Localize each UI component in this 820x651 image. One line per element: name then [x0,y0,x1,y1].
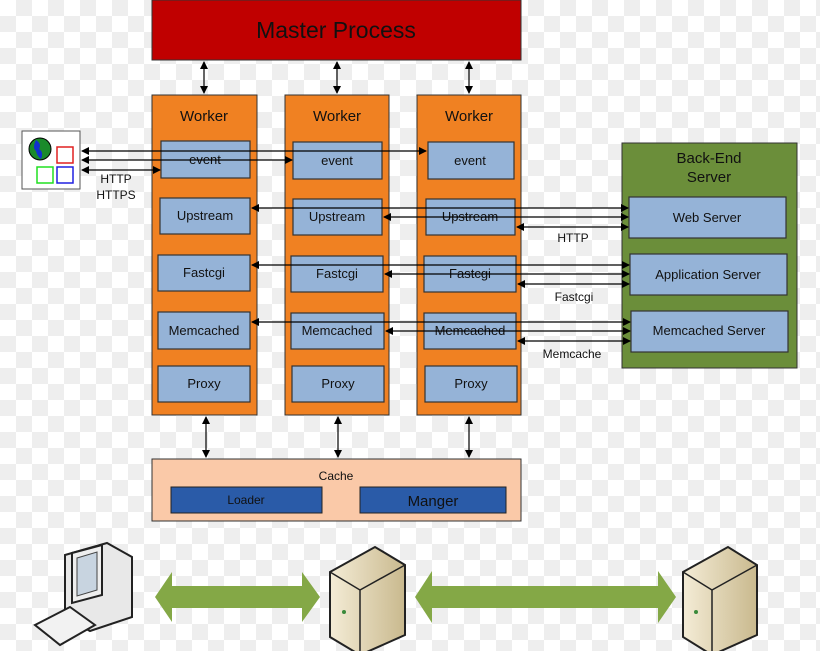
cache-manager: Manger [408,493,459,510]
master-process: Master Process [151,0,522,61]
client-protocol-http: HTTP [100,172,131,186]
module-event: event [454,153,486,168]
worker-3: Worker event Upstream Fastcgi Memcached … [416,94,522,416]
module-proxy: Proxy [187,376,221,391]
protocol-fastcgi-label: Fastcgi [555,290,594,304]
cache: Cache Loader Manger [151,458,522,522]
module-upstream: Upstream [177,208,233,223]
application-server: Application Server [655,267,761,282]
worker-title: Worker [180,108,228,125]
worker-title: Worker [445,108,493,125]
client-proxy-arrow [155,571,676,623]
backend-title: Back-End [676,150,741,167]
memcached-server: Memcached Server [653,323,766,338]
server-tower-icon [329,545,406,651]
worker-1: Worker event Upstream Fastcgi Memcached … [151,94,258,416]
module-event: event [321,153,353,168]
worker-title: Worker [313,108,361,125]
module-upstream: Upstream [309,209,365,224]
master-process-label: Master Process [256,17,416,43]
module-memcached: Memcached [302,323,373,338]
cache-loader: Loader [227,493,264,507]
server-tower-icon [682,545,758,651]
backend-title-2: Server [687,169,731,186]
client-globe-icon [21,130,81,190]
protocol-memcache-label: Memcache [543,347,602,361]
nginx-architecture-diagram: Master Process Worker event Upstream Fas… [21,0,798,651]
backend-server: Back-End Server Web Server Application S… [621,142,798,369]
client-protocol-https: HTTPS [96,188,135,202]
worker-2: Worker event Upstream Fastcgi Memcached … [284,94,390,416]
web-server: Web Server [673,210,742,225]
module-fastcgi: Fastcgi [183,265,225,280]
cache-title: Cache [319,469,354,483]
module-memcached: Memcached [169,323,240,338]
protocol-http-label: HTTP [557,231,588,245]
module-proxy: Proxy [454,376,488,391]
desktop-computer-icon [33,541,133,647]
module-fastcgi: Fastcgi [316,266,358,281]
module-proxy: Proxy [321,376,355,391]
